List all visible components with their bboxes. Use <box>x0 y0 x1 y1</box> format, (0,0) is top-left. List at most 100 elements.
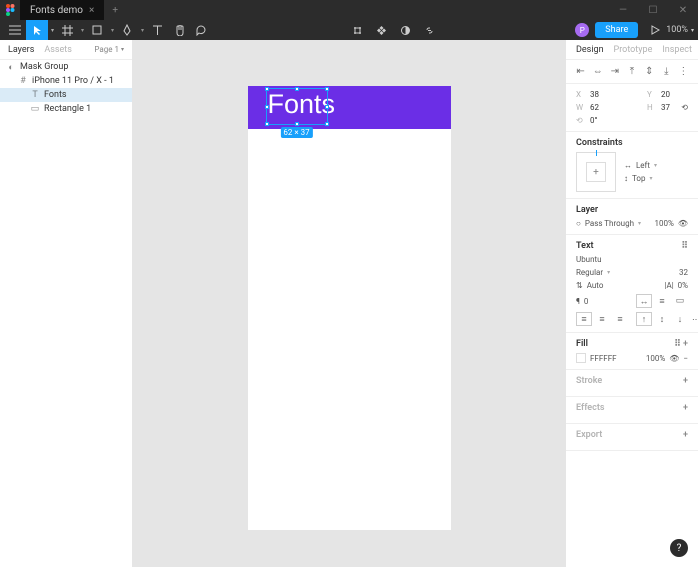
y-value[interactable]: 20 <box>661 90 670 99</box>
x-label: X <box>576 90 586 99</box>
text-more-icon[interactable]: ⋯ <box>692 315 698 324</box>
text-tool[interactable] <box>146 20 168 40</box>
resize-handle-bl[interactable] <box>265 122 269 126</box>
selection-box[interactable]: 62 × 37 <box>266 88 328 125</box>
canvas[interactable]: Fonts 62 × 37 <box>133 40 565 567</box>
text-valign-top-icon[interactable]: ↑ <box>636 312 652 326</box>
resize-handle-bc[interactable] <box>295 122 299 126</box>
add-fill-icon[interactable]: + <box>683 339 688 349</box>
constraint-h[interactable]: Left <box>636 161 650 170</box>
resize-handle-br[interactable] <box>325 122 329 126</box>
file-tab[interactable]: Fonts demo × <box>20 0 104 20</box>
hand-tool[interactable] <box>168 20 190 40</box>
edit-object-icon[interactable] <box>347 20 369 40</box>
align-bottom-icon[interactable]: ⤓ <box>660 66 673 77</box>
fill-section: Fill⠿ + FFFFFF 100% 👁 − <box>566 333 698 370</box>
line-height-icon: ⇅ <box>576 281 583 290</box>
resize-handle-tl[interactable] <box>265 87 269 91</box>
blend-mode[interactable]: Pass Through <box>585 219 634 228</box>
layer-opacity[interactable]: 100% <box>654 219 673 228</box>
page-selector[interactable]: Page 1▾ <box>94 45 124 54</box>
auto-width-icon[interactable]: ↔ <box>636 294 652 308</box>
close-tab-icon[interactable]: × <box>89 5 94 16</box>
add-effect-icon[interactable]: + <box>683 403 688 413</box>
canvas-frame[interactable]: Fonts 62 × 37 <box>248 86 451 530</box>
text-align-center-icon[interactable]: ≡ <box>594 312 610 326</box>
text-valign-mid-icon[interactable]: ↕ <box>654 312 670 326</box>
layer-mask-group[interactable]: ◐ Mask Group <box>0 60 132 74</box>
layer-text-fonts[interactable]: T Fonts <box>0 88 132 102</box>
window-controls: — ☐ ✕ <box>608 5 698 16</box>
font-family[interactable]: Ubuntu <box>576 255 602 264</box>
align-vcenter-icon[interactable]: ⇕ <box>643 66 656 77</box>
user-avatar[interactable]: P <box>575 23 589 37</box>
pen-tool[interactable]: ▾ <box>116 20 138 40</box>
zoom-control[interactable]: 100%▾ <box>666 25 694 35</box>
text-align-right-icon[interactable]: ≡ <box>612 312 628 326</box>
maximize-icon[interactable]: ☐ <box>638 5 668 16</box>
line-height[interactable]: Auto <box>587 281 604 290</box>
link-icon[interactable] <box>419 20 441 40</box>
component-icon[interactable] <box>371 20 393 40</box>
font-weight[interactable]: Regular <box>576 268 603 277</box>
w-value[interactable]: 62 <box>590 103 599 112</box>
align-left-icon[interactable]: ⇤ <box>574 66 587 77</box>
constraint-v[interactable]: Top <box>632 174 645 183</box>
purple-header-rect[interactable]: Fonts 62 × 37 <box>248 86 451 129</box>
resize-handle-rc[interactable] <box>325 105 329 109</box>
share-button[interactable]: Share <box>595 22 638 38</box>
design-tab[interactable]: Design <box>576 45 604 55</box>
fill-visibility-icon[interactable]: 👁 <box>669 354 679 363</box>
figma-logo-icon[interactable] <box>0 4 20 16</box>
present-icon[interactable] <box>644 20 666 40</box>
layer-frame[interactable]: # iPhone 11 Pro / X - 1 <box>0 74 132 88</box>
minimize-icon[interactable]: — <box>608 5 638 16</box>
distribute-icon[interactable]: ⋮ <box>677 66 690 77</box>
frame-tool[interactable]: ▾ <box>56 20 78 40</box>
align-top-icon[interactable]: ⤒ <box>625 66 638 77</box>
align-hcenter-icon[interactable]: ⇔ <box>591 66 604 77</box>
fill-opacity[interactable]: 100% <box>646 354 665 363</box>
prototype-tab[interactable]: Prototype <box>614 45 653 55</box>
letter-spacing[interactable]: 0% <box>678 281 688 290</box>
visibility-icon[interactable]: 👁 <box>678 219 688 228</box>
fill-style-icon[interactable]: ⠿ <box>674 339 681 349</box>
fill-color[interactable]: FFFFFF <box>590 354 617 363</box>
text-align-left-icon[interactable]: ≡ <box>576 312 592 326</box>
transform-section: X38 Y20 W62 H37 ⟲ ⟲0° <box>566 84 698 132</box>
text-valign-bot-icon[interactable]: ↓ <box>672 312 688 326</box>
x-value[interactable]: 38 <box>590 90 599 99</box>
menu-icon[interactable] <box>4 20 26 40</box>
para-spacing[interactable]: 0 <box>584 297 589 306</box>
comment-tool[interactable] <box>190 20 212 40</box>
close-window-icon[interactable]: ✕ <box>668 5 698 16</box>
remove-fill-icon[interactable]: − <box>683 354 688 363</box>
h-value[interactable]: 37 <box>661 103 670 112</box>
letter-spacing-icon: |A| <box>665 281 674 290</box>
auto-height-icon[interactable]: ≡ <box>654 294 670 308</box>
layer-rectangle[interactable]: ▭ Rectangle 1 <box>0 102 132 116</box>
help-button[interactable]: ? <box>670 539 688 557</box>
resize-handle-tr[interactable] <box>325 87 329 91</box>
shape-tool[interactable]: ▾ <box>86 20 108 40</box>
fixed-size-icon[interactable]: ▭ <box>672 294 688 308</box>
move-tool[interactable]: ▾ <box>26 20 48 40</box>
rotation-value[interactable]: 0° <box>590 116 597 125</box>
right-panel: Design Prototype Inspect ⇤ ⇔ ⇥ ⤒ ⇕ ⤓ ⋮ X… <box>565 40 698 567</box>
add-stroke-icon[interactable]: + <box>683 376 688 386</box>
resize-handle-lc[interactable] <box>265 105 269 109</box>
fill-swatch[interactable] <box>576 353 586 363</box>
assets-tab[interactable]: Assets <box>44 45 72 55</box>
add-export-icon[interactable]: + <box>683 430 688 440</box>
add-tab-button[interactable]: + <box>104 5 126 16</box>
align-right-icon[interactable]: ⇥ <box>608 66 621 77</box>
constraint-widget[interactable]: + <box>576 152 616 192</box>
inspect-tab[interactable]: Inspect <box>662 45 692 55</box>
layers-tab[interactable]: Layers <box>8 45 34 55</box>
mask-icon[interactable] <box>395 20 417 40</box>
font-size[interactable]: 32 <box>679 268 688 277</box>
constrain-proportions-icon[interactable]: ⟲ <box>674 103 688 112</box>
para-spacing-icon: ¶ <box>576 297 580 306</box>
text-styles-icon[interactable]: ⠿ <box>681 241 688 251</box>
resize-handle-tc[interactable] <box>295 87 299 91</box>
